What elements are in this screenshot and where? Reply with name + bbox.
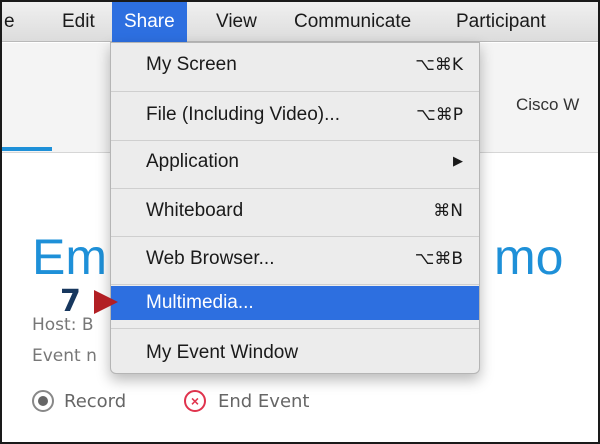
menu-item-shortcut: ⌥⌘K xyxy=(415,55,463,75)
menu-separator xyxy=(111,140,479,141)
event-title-left: Eml xyxy=(32,229,119,285)
menu-participant[interactable]: Participant xyxy=(456,2,546,42)
menu-item-label: Web Browser... xyxy=(146,248,275,269)
active-tab-indicator xyxy=(2,147,52,151)
menu-item-web-browser[interactable]: Web Browser... ⌥⌘B xyxy=(111,239,479,279)
menu-item-application[interactable]: Application ▶ xyxy=(111,142,479,182)
screenshot-frame: Cisco W Eml mo Host: B Event n Record × … xyxy=(0,0,600,444)
menu-communicate[interactable]: Communicate xyxy=(294,2,411,42)
menu-item-shortcut: ⌥⌘B xyxy=(414,249,463,269)
end-event-button[interactable]: End Event xyxy=(218,391,310,412)
menu-edit[interactable]: Edit xyxy=(62,2,95,42)
menu-item-label: Multimedia... xyxy=(146,292,254,313)
menu-share[interactable]: Share xyxy=(112,2,187,42)
menu-view[interactable]: View xyxy=(216,2,257,42)
menu-item-label: Application xyxy=(146,151,239,172)
menu-item-file[interactable]: File (Including Video)... ⌥⌘P xyxy=(111,95,479,135)
menu-item-my-event-window[interactable]: My Event Window xyxy=(111,333,479,373)
menu-bar: e Edit Share View Communicate Participan… xyxy=(2,2,598,42)
circle-x-icon[interactable]: × xyxy=(184,390,206,412)
menu-item-label: My Event Window xyxy=(146,342,299,363)
menu-item-label: My Screen xyxy=(146,54,237,75)
menu-item-label: Whiteboard xyxy=(146,200,244,221)
menu-separator xyxy=(111,328,479,329)
step-arrow-icon xyxy=(94,290,118,314)
event-title-right: mo xyxy=(494,229,564,285)
menu-item-label: File (Including Video)... xyxy=(146,104,340,125)
menu-item-shortcut: ⌥⌘P xyxy=(416,105,463,125)
menu-item-multimedia[interactable]: Multimedia... xyxy=(111,286,479,320)
record-button[interactable]: Record xyxy=(64,391,126,412)
event-number-label: Event n xyxy=(32,346,97,366)
record-radio-icon[interactable] xyxy=(32,390,54,412)
menu-separator xyxy=(111,236,479,237)
triangle-right-icon: ▶ xyxy=(453,154,463,169)
menu-prev-truncated[interactable]: e xyxy=(4,2,15,42)
menu-item-whiteboard[interactable]: Whiteboard ⌘N xyxy=(111,191,479,231)
menu-item-shortcut: ⌘N xyxy=(433,201,463,221)
menu-separator xyxy=(111,284,479,285)
step-number: 7 xyxy=(60,284,81,319)
menu-separator xyxy=(111,91,479,92)
menu-separator xyxy=(111,188,479,189)
menu-item-my-screen[interactable]: My Screen ⌥⌘K xyxy=(111,45,479,85)
share-menu-dropdown: My Screen ⌥⌘K File (Including Video)... … xyxy=(110,42,480,374)
brand-text: Cisco W xyxy=(516,95,580,114)
